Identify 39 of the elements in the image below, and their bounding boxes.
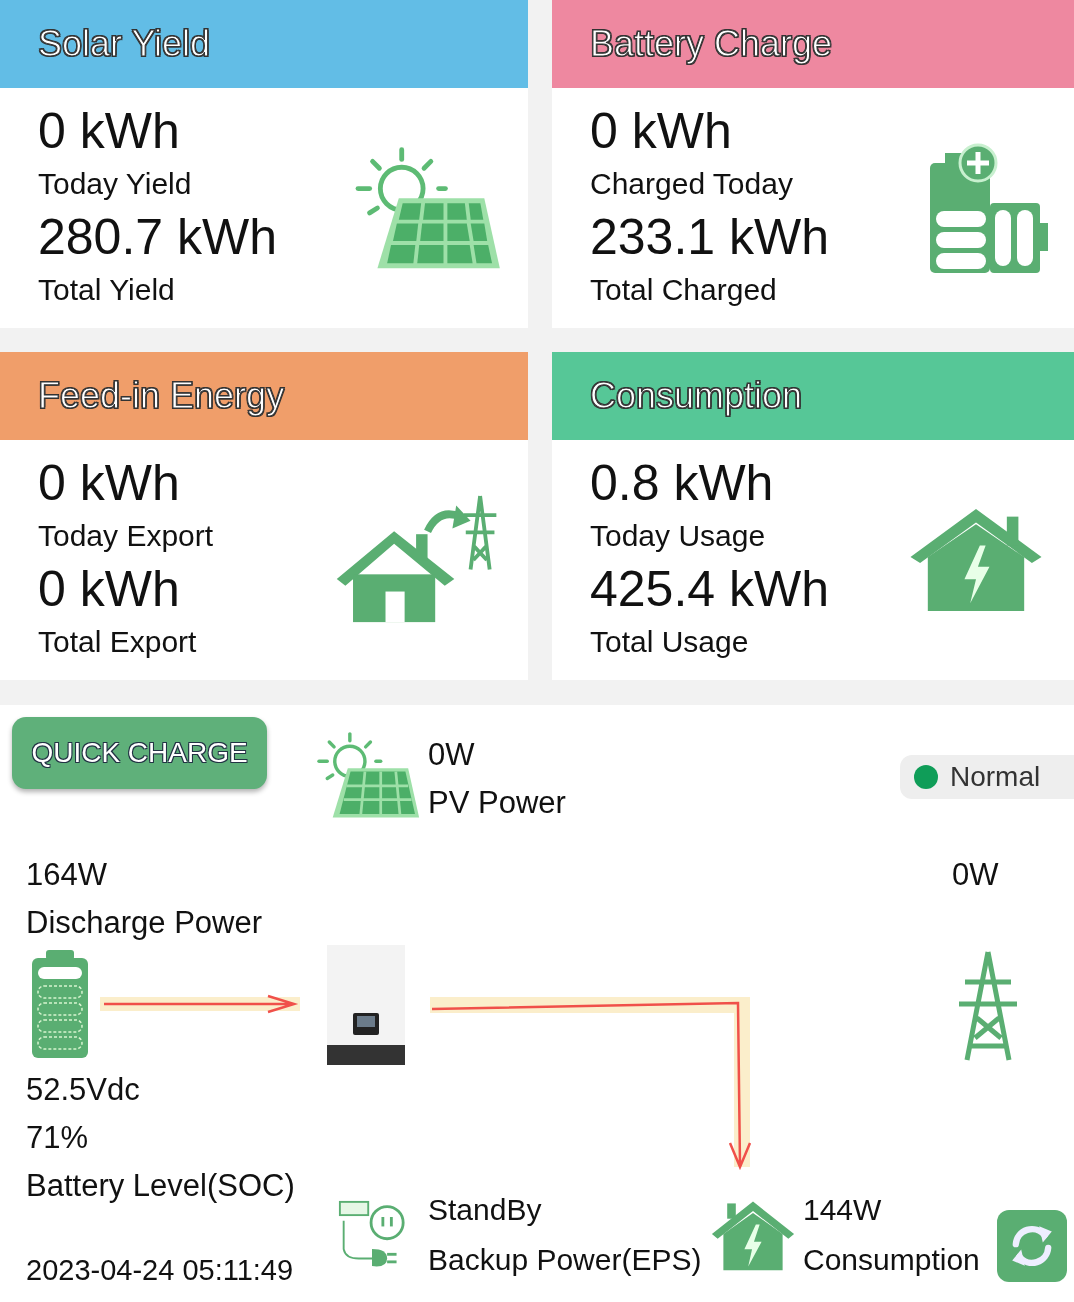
timestamp: 2023-04-24 05:11:49 xyxy=(26,1253,294,1288)
card-title: Battery Charge xyxy=(590,23,833,65)
stat-label: Charged Today xyxy=(590,166,794,202)
stat-value: 425.4 kWh xyxy=(590,560,829,618)
battery-voltage: 52.5Vdc xyxy=(26,1071,140,1109)
battery-power-label: Discharge Power xyxy=(26,904,263,942)
stat-label: Total Charged xyxy=(590,272,778,308)
house-bolt-icon xyxy=(908,507,1044,613)
stat-label: Today Yield xyxy=(38,166,193,202)
stat-value: 280.7 kWh xyxy=(38,208,277,266)
stat-label: Today Usage xyxy=(590,518,767,554)
eps-plug-icon xyxy=(338,1200,406,1268)
pv-power-label: PV Power xyxy=(428,784,566,822)
stat-value: 0 kWh xyxy=(38,102,181,160)
eps-status: StandBy xyxy=(428,1192,542,1228)
stat-label: Total Usage xyxy=(590,624,750,660)
stat-value: 0 kWh xyxy=(38,560,181,618)
refresh-button[interactable] xyxy=(997,1210,1067,1282)
card-title: Feed-in Energy xyxy=(38,375,285,417)
consumption-power-label: Consumption xyxy=(803,1242,980,1278)
quick-charge-button[interactable]: QUICK CHARGE xyxy=(12,717,267,789)
stat-label: Total Yield xyxy=(38,272,176,308)
stat-value: 0.8 kWh xyxy=(590,454,775,512)
battery-soc-value: 71% xyxy=(26,1119,89,1157)
consumption-power-value: 144W xyxy=(803,1192,882,1228)
pv-power-value: 0W xyxy=(428,736,475,774)
stat-label: Total Export xyxy=(38,624,198,660)
stat-value: 0 kWh xyxy=(38,454,181,512)
stat-label: Today Export xyxy=(38,518,214,554)
battery-soc-label: Battery Level(SOC) xyxy=(26,1167,295,1205)
status-label: Normal xyxy=(950,761,1041,793)
battery-icon xyxy=(32,950,88,1058)
eps-label: Backup Power(EPS) xyxy=(428,1242,702,1278)
stat-value: 233.1 kWh xyxy=(590,208,829,266)
stat-value: 0 kWh xyxy=(590,102,733,160)
card-title: Solar Yield xyxy=(38,23,211,65)
card-title: Consumption xyxy=(590,375,803,417)
grid-power-value: 0W xyxy=(952,856,999,894)
battery-power-value: 164W xyxy=(26,856,107,894)
